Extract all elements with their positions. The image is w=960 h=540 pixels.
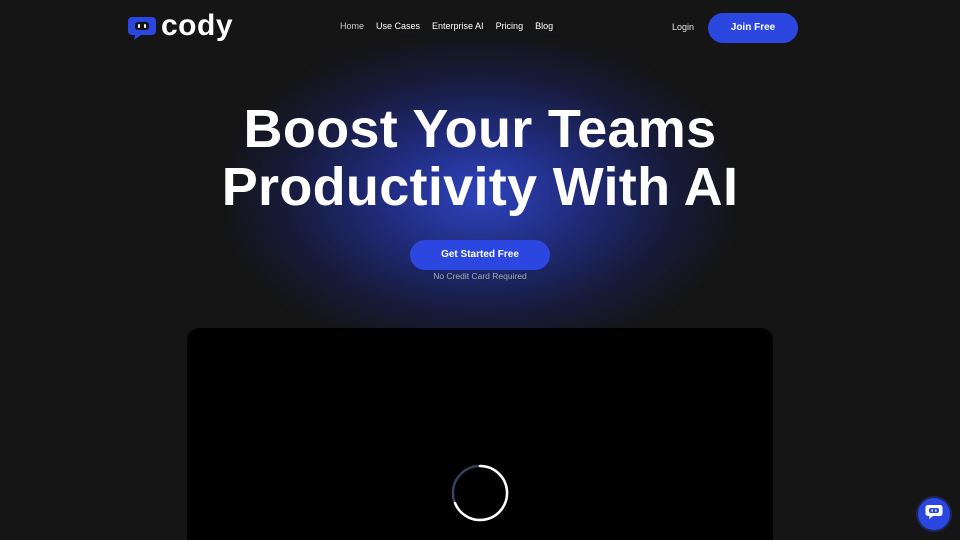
nav-item-use-cases[interactable]: Use Cases [376,21,420,31]
landing-page: cody Home Use Cases Enterprise AI Pricin… [0,0,960,540]
video-player[interactable] [187,328,773,540]
loading-spinner-icon [450,463,510,523]
cta-note: No Credit Card Required [433,271,527,281]
cody-logo-icon [127,15,157,41]
join-free-button[interactable]: Join Free [708,13,798,43]
nav-item-enterprise-ai[interactable]: Enterprise AI [432,21,484,31]
brand-logo[interactable]: cody [127,9,234,43]
hero-title-line-1: Boost Your Teams [243,99,717,159]
chat-widget-button[interactable] [918,498,950,530]
main-nav: Home Use Cases Enterprise AI Pricing Blo… [340,21,565,31]
nav-item-home[interactable]: Home [340,21,364,31]
nav-item-blog[interactable]: Blog [535,21,553,31]
get-started-button[interactable]: Get Started Free [410,240,550,270]
login-link[interactable]: Login [672,22,694,32]
hero-title: Boost Your Teams Productivity With AI [0,100,960,216]
site-header: cody Home Use Cases Enterprise AI Pricin… [0,0,960,56]
brand-name: cody [161,9,234,42]
chat-bot-icon [925,504,943,525]
hero-title-line-2: Productivity With AI [221,157,739,217]
nav-item-pricing[interactable]: Pricing [496,21,524,31]
